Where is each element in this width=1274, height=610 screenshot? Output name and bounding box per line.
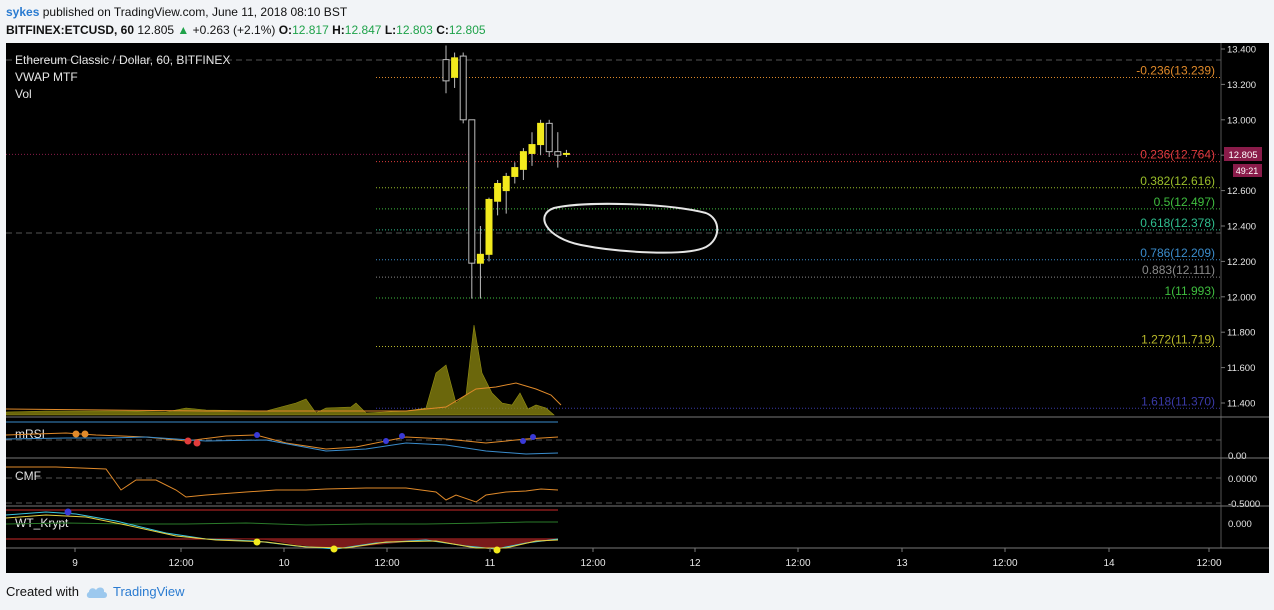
candle-body [545,122,553,153]
price-tick-label: 11.800 [1227,328,1255,339]
publish-info: published on TradingView.com, June 11, 2… [42,5,348,19]
chart-canvas[interactable]: 13.40013.20013.00012.80012.60012.40012.2… [5,43,1269,573]
time-tick-label: 12:00 [1196,558,1221,569]
mrsi-pane[interactable]: mRSI 0.00 [5,421,1247,462]
fib-level-label: 0.382(12.616) [1140,174,1215,188]
time-tick-label: 14 [1103,558,1115,569]
close-value: 12.805 [448,23,486,37]
fib-level-label: 0.5(12.497) [1154,195,1215,209]
last-price: 12.805 [137,23,175,37]
created-with-label: Created with [6,584,79,599]
countdown-tag-text: 49:21 [1236,166,1259,176]
candle-body [519,151,527,170]
cmf-axis-label: -0.5000 [1228,499,1260,510]
fib-level-label: -0.236(13.239) [1136,63,1215,77]
candle-body [502,175,510,192]
price-tick-label: 13.000 [1227,115,1256,126]
candle-body [528,144,536,154]
chart-header: sykes published on TradingView.com, June… [6,3,486,39]
cmf-pane[interactable]: CMF 0.0000 -0.5000 [6,466,1260,510]
close-label: C: [436,23,449,37]
low-value: 12.803 [396,23,433,37]
time-tick-label: 11 [485,558,496,569]
publish-line: sykes published on TradingView.com, June… [6,3,486,21]
mrsi-axis-label: 0.00 [1228,451,1247,462]
footer: Created with TradingView [6,584,185,599]
price-tick-label: 12.400 [1227,222,1256,233]
time-tick-label: 12:00 [168,558,193,569]
price-tick-label: 11.600 [1227,363,1255,374]
price-tick-label: 13.400 [1227,45,1256,56]
high-value: 12.847 [344,23,382,37]
low-label: L: [384,23,397,37]
ohlc-line: BITFINEX:ETCUSD, 60 12.805 ▲ +0.263 (+2.… [6,21,486,39]
candle-body [459,55,467,121]
candle-body [554,151,562,156]
cmf-axis-label: 0.0000 [1228,474,1257,485]
candle-body [468,119,476,264]
fib-retracement[interactable]: -0.236(13.239)0.236(12.764)0.382(12.616)… [6,63,1221,409]
legend-title[interactable]: Ethereum Classic / Dollar, 60, BITFINEX [15,53,230,67]
time-tick-label: 12:00 [580,558,605,569]
wt-axis-label: 0.000 [1228,519,1252,530]
time-tick-label: 12:00 [785,558,810,569]
candles-group[interactable] [442,45,570,299]
price-tick-label: 11.400 [1227,399,1255,410]
price-grid [6,59,1221,234]
candle-body [485,198,493,255]
fib-level-label: 1.272(11.719) [1141,333,1215,347]
fib-level-label: 0.618(12.378) [1140,216,1215,230]
time-tick-label: 12:00 [374,558,399,569]
time-axis[interactable]: 9 12:00 10 12:00 11 12:00 12 12:00 13 12:00 14 12:0… [72,548,1222,569]
time-tick-label: 12 [689,558,701,569]
price-tick-label: 12.600 [1227,186,1256,197]
fib-level-label: 0.883(12.111) [1142,263,1215,277]
price-tick-label: 12.000 [1227,292,1256,303]
time-tick-label: 12:00 [992,558,1017,569]
price-chart-svg[interactable]: 13.40013.20013.00012.80012.60012.40012.2… [5,43,1269,573]
wt-krypt-pane[interactable]: WT_Krypt 0.000 [5,508,1252,554]
price-tick-label: 13.200 [1227,80,1256,91]
last-price-tag-text: 12.805 [1228,150,1257,161]
time-tick-label: 10 [278,558,290,569]
time-tick-label: 13 [896,558,908,569]
cmf-label: CMF [15,469,41,483]
time-tick-label: 9 [72,558,78,569]
up-arrow-icon: ▲ [177,23,190,37]
candle-body [476,253,484,264]
fib-level-label: 1(11.993) [1165,284,1215,298]
candle-body [511,167,519,177]
candle-body [562,152,570,155]
legend-indicator-vwap[interactable]: VWAP MTF [15,70,78,84]
price-tick-label: 12.200 [1227,257,1256,268]
author-link[interactable]: sykes [6,5,39,19]
price-tags: 12.805 49:21 [1224,147,1262,177]
fib-level-label: 1.618(11.370) [1141,394,1215,408]
high-label: H: [332,23,345,37]
volume-area [5,324,562,416]
tradingview-link[interactable]: TradingView [85,584,185,599]
cloud-icon [86,587,107,598]
price-change: +0.263 (+2.1%) [192,23,276,37]
fib-level-label: 0.786(12.209) [1140,246,1215,260]
symbol-label: BITFINEX:ETCUSD, 60 [6,23,135,37]
legend-indicator-vol[interactable]: Vol [15,87,32,101]
candle-body [537,122,545,146]
candle-body [451,57,459,78]
open-label: O: [278,23,293,37]
open-value: 12.817 [292,23,329,37]
candle-body [442,59,450,82]
freehand-ellipse-drawing[interactable] [543,202,719,254]
brand-name: TradingView [112,584,185,599]
candle-body [494,183,502,202]
price-axis[interactable]: 13.40013.20013.00012.80012.60012.40012.2… [1220,43,1256,548]
